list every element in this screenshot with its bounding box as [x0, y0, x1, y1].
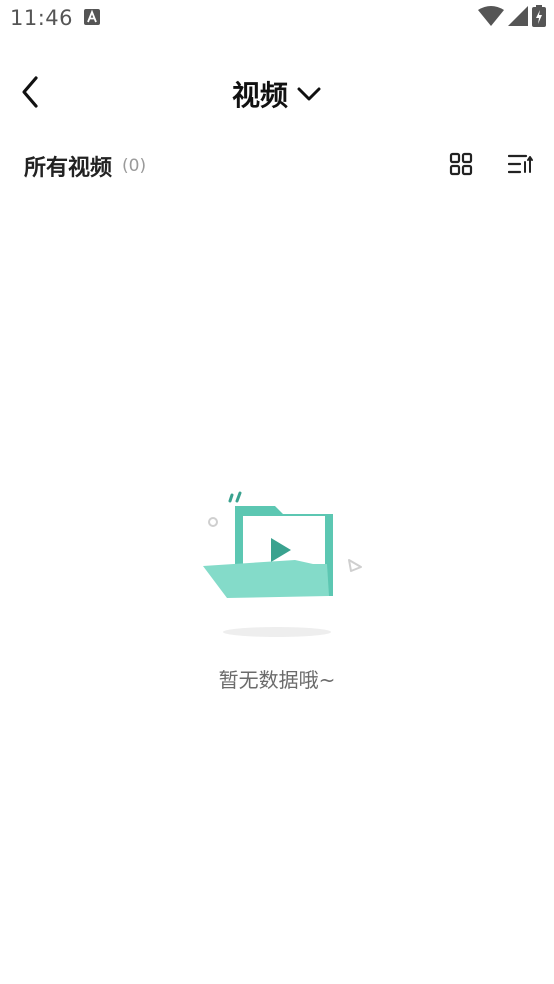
status-time: 11:46 — [10, 6, 74, 30]
chevron-down-icon — [296, 81, 322, 107]
status-bar: 11:46 — [0, 0, 554, 38]
empty-folder-video-icon — [187, 480, 367, 650]
top-app-bar: 视频 — [0, 60, 554, 130]
section-title: 所有视频 — [24, 156, 113, 181]
section-header: 所有视频 (0) — [24, 146, 534, 186]
item-count: (0) — [122, 156, 147, 176]
page-title: 视频 — [231, 79, 288, 112]
empty-message: 暂无数据哦~ — [218, 668, 336, 692]
grid-view-button[interactable] — [448, 152, 474, 180]
wifi-icon — [478, 6, 504, 30]
sort-icon — [507, 152, 534, 180]
title-dropdown[interactable]: 视频 — [0, 74, 554, 114]
status-icons — [478, 5, 546, 31]
sort-button[interactable] — [507, 152, 534, 180]
empty-state: 暂无数据哦~ — [0, 480, 554, 693]
battery-charging-icon — [532, 5, 546, 31]
view-controls — [448, 152, 534, 180]
cell-signal-icon — [508, 6, 528, 30]
grid-view-icon — [449, 152, 473, 180]
notification-a-icon — [84, 9, 100, 25]
